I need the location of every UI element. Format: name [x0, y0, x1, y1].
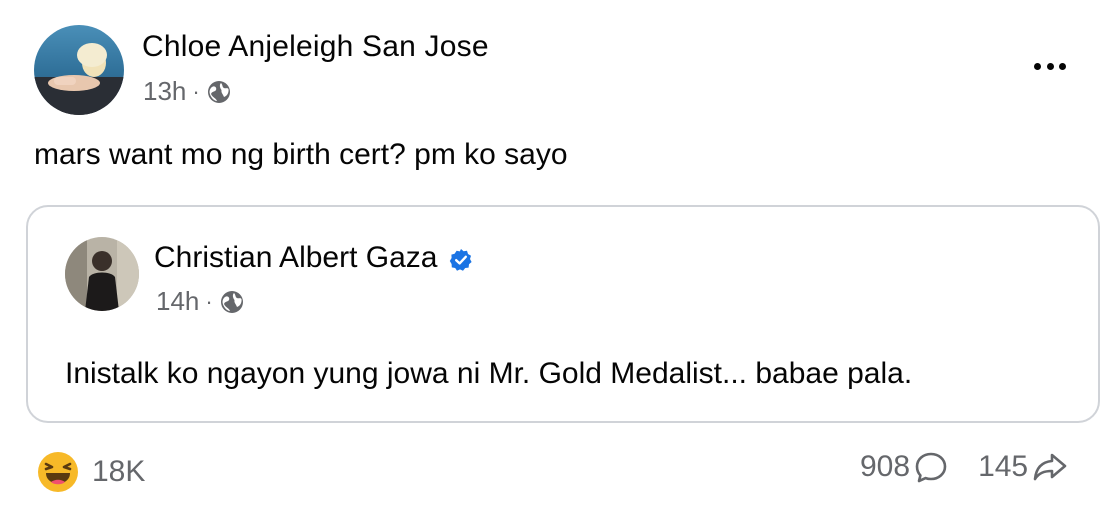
comments-count: 908: [860, 450, 911, 483]
shared-post-time[interactable]: 14h: [156, 286, 199, 317]
verified-badge-icon: [449, 246, 473, 271]
shared-post-meta: 14h ·: [156, 286, 245, 317]
post-stats: 908 145: [860, 450, 1068, 484]
facebook-post: Chloe Anjeleigh San Jose 13h · mars want…: [0, 0, 1120, 517]
shares-count: 145: [978, 450, 1029, 483]
reactions-summary[interactable]: 18K: [36, 450, 145, 494]
more-dot: [1046, 62, 1054, 70]
meta-separator: ·: [192, 78, 200, 104]
post-text: mars want mo ng birth cert? pm ko sayo: [34, 138, 568, 171]
more-dot: [1059, 62, 1066, 70]
reaction-count: 18K: [92, 455, 146, 488]
comments-count-button[interactable]: 908: [860, 450, 948, 484]
more-dot: [1034, 62, 1041, 70]
shared-author-name[interactable]: Christian Albert Gaza: [154, 241, 473, 275]
share-icon: [1033, 453, 1067, 481]
post-time[interactable]: 13h: [143, 76, 186, 107]
author-avatar[interactable]: [34, 25, 124, 115]
globe-icon[interactable]: [206, 79, 232, 105]
author-name[interactable]: Chloe Anjeleigh San Jose: [142, 30, 489, 64]
globe-icon[interactable]: [219, 289, 245, 315]
comment-icon: [915, 452, 947, 483]
meta-separator: ·: [205, 288, 213, 314]
shared-author-label[interactable]: Christian Albert Gaza: [154, 241, 437, 275]
post-meta: 13h ·: [143, 76, 232, 107]
more-options-icon[interactable]: [1028, 52, 1072, 80]
shared-post-card[interactable]: Christian Albert Gaza 14h · Inistalk ko …: [26, 205, 1100, 423]
haha-reaction-icon: [36, 450, 80, 494]
shared-author-avatar[interactable]: [65, 237, 139, 311]
shared-post-text: Inistalk ko ngayon yung jowa ni Mr. Gold…: [65, 357, 913, 390]
shares-count-button[interactable]: 145: [978, 450, 1068, 484]
